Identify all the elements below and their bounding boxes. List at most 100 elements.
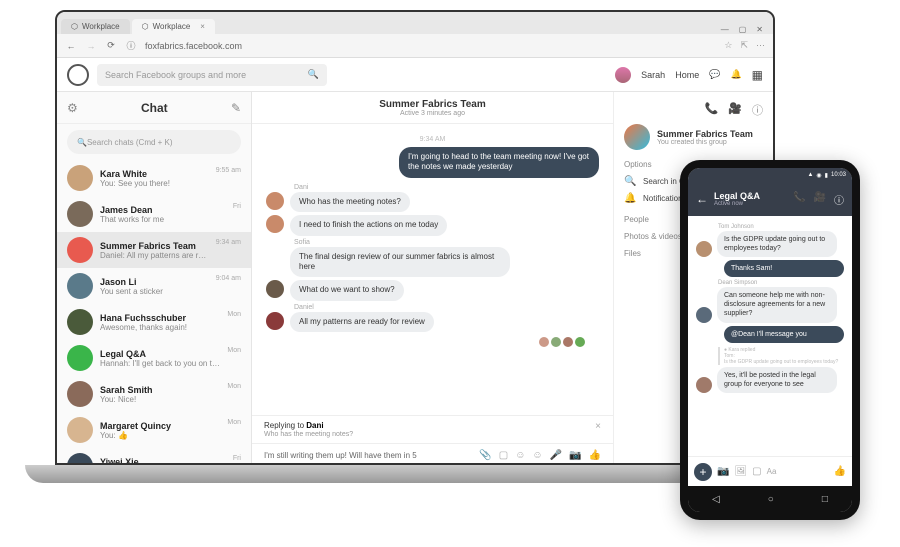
compose-input[interactable]: Aa <box>767 467 829 476</box>
info-icon[interactable]: ⓘ <box>834 192 844 207</box>
chat-item[interactable]: Margaret Quincy You: 👍 Mon <box>57 412 251 448</box>
like-icon[interactable]: 👍 <box>589 450 601 461</box>
nav-back-icon[interactable]: ◁ <box>712 494 720 505</box>
reload-icon[interactable]: ⟳ <box>105 40 117 52</box>
call-icon[interactable]: 📞 <box>793 192 805 207</box>
call-icon[interactable]: 📞 <box>705 102 719 118</box>
avatar <box>67 453 93 465</box>
message-incoming[interactable]: Who has the meeting notes? <box>290 192 410 212</box>
home-link[interactable]: Home <box>675 70 699 80</box>
message-row: Yes, it'll be posted in the legal group … <box>696 367 844 393</box>
conversation-header: Summer Fabrics Team Active 3 minutes ago <box>252 92 613 124</box>
address-bar: ← → ⟳ ⓘ foxfabrics.facebook.com ☆ ⇱ ⋯ <box>57 34 773 58</box>
gallery-icon[interactable]: 🖼 <box>734 466 747 477</box>
chat-time: 9:04 am <box>216 275 241 282</box>
battery-icon: ▮ <box>825 172 828 179</box>
message-outgoing[interactable]: @Dean I'll message you <box>724 326 844 343</box>
menu-icon[interactable]: ⋯ <box>756 40 765 51</box>
chat-item[interactable]: Summer Fabrics Team Daniel: All my patte… <box>57 232 251 268</box>
chat-name: Jason Li <box>100 277 209 287</box>
notifications-icon[interactable]: 🔔 <box>730 69 741 80</box>
close-icon[interactable]: × <box>200 22 205 31</box>
compose-bar: I'm still writing them up! Will have the… <box>252 443 613 465</box>
gif-icon[interactable]: ▢ <box>752 466 761 477</box>
apps-icon[interactable]: ▦ <box>752 68 763 82</box>
close-icon[interactable]: ✕ <box>756 25 763 34</box>
minimize-icon[interactable]: — <box>721 25 729 34</box>
chat-preview: You: Nice! <box>100 395 220 404</box>
message-incoming[interactable]: The final design review of our summer fa… <box>290 247 510 278</box>
message-incoming[interactable]: I need to finish the actions on me today <box>290 215 447 235</box>
avatar <box>67 345 93 371</box>
chat-name: Sarah Smith <box>100 385 220 395</box>
video-icon[interactable]: 🎥 <box>728 102 742 118</box>
attach-icon[interactable]: 📎 <box>479 450 491 461</box>
maximize-icon[interactable]: ▢ <box>739 25 747 34</box>
message-incoming[interactable]: All my patterns are ready for review <box>290 312 434 332</box>
back-icon[interactable]: ← <box>65 40 77 52</box>
user-name[interactable]: Sarah <box>641 70 665 80</box>
chat-item[interactable]: Kara White You: See you there! 9:55 am <box>57 160 251 196</box>
voice-icon[interactable]: 🎤 <box>550 450 562 461</box>
chat-subtitle: Active now <box>714 201 787 207</box>
avatar <box>67 201 93 227</box>
wifi-icon: ◉ <box>816 172 821 179</box>
chat-item[interactable]: Sarah Smith You: Nice! Mon <box>57 376 251 412</box>
nav-recent-icon[interactable]: □ <box>822 494 828 505</box>
browser-tabs: ⬡ Workplace ⬡ Workplace× — ▢ ✕ <box>57 12 773 34</box>
url-field[interactable]: foxfabrics.facebook.com <box>145 41 716 51</box>
chat-item[interactable]: Hana Fuchsschuber Awesome, thanks again!… <box>57 304 251 340</box>
browser-tab-active[interactable]: ⬡ Workplace× <box>132 19 215 34</box>
reply-context: ● Kara repliedTom:Is the GDPR update goi… <box>718 347 844 365</box>
back-icon[interactable]: ← <box>696 192 708 206</box>
conversation-pane: Summer Fabrics Team Active 3 minutes ago… <box>252 92 613 465</box>
avatar <box>266 215 284 233</box>
global-search[interactable]: Search Facebook groups and more 🔍 <box>97 64 327 86</box>
chat-item[interactable]: James Dean That works for me Fri <box>57 196 251 232</box>
sticker-icon[interactable]: ☺ <box>515 450 525 461</box>
avatar[interactable] <box>615 67 631 83</box>
window-controls: — ▢ ✕ <box>715 25 769 34</box>
video-icon[interactable]: 🎥 <box>814 192 826 207</box>
chat-item[interactable]: Yiwei Xie You: Thanks so much! Fri <box>57 448 251 465</box>
message-outgoing[interactable]: I'm going to head to the team meeting no… <box>399 147 599 178</box>
chat-search[interactable]: 🔍 Search chats (Cmd + K) <box>67 130 241 154</box>
message-outgoing[interactable]: Thanks Sam! <box>724 260 844 277</box>
camera-icon[interactable]: 📷 <box>569 450 581 461</box>
time-divider: 9:34 AM <box>266 136 599 143</box>
message-incoming[interactable]: Is the GDPR update going out to employee… <box>717 231 837 257</box>
forward-icon[interactable]: → <box>85 40 97 52</box>
laptop-frame: ⬡ Workplace ⬡ Workplace× — ▢ ✕ ← → ⟳ ⓘ f… <box>55 10 775 510</box>
android-nav: ◁ ○ □ <box>688 486 852 512</box>
compose-icon[interactable]: ✎ <box>231 101 241 115</box>
message-incoming[interactable]: What do we want to show? <box>290 280 404 300</box>
chat-time: 9:55 am <box>216 167 241 174</box>
message-incoming[interactable]: Yes, it'll be posted in the legal group … <box>717 367 837 393</box>
reply-context: × Replying to Dani Who has the meeting n… <box>252 415 613 443</box>
chat-item[interactable]: Legal Q&A Hannah: I'll get back to you o… <box>57 340 251 376</box>
gif-icon[interactable]: ▢ <box>499 450 508 461</box>
chat-preview: Hannah: I'll get back to you on that dir… <box>100 359 220 368</box>
chat-title[interactable]: Legal Q&A <box>714 191 787 201</box>
avatar <box>67 381 93 407</box>
add-icon[interactable]: + <box>694 463 712 481</box>
browser-tab[interactable]: ⬡ Workplace <box>61 19 130 34</box>
message-row: I need to finish the actions on me today <box>266 215 599 235</box>
open-icon[interactable]: ⇱ <box>740 40 748 51</box>
message-sender: Dean Simpson <box>718 280 844 286</box>
workplace-logo[interactable] <box>67 64 89 86</box>
avatar <box>67 273 93 299</box>
compose-input[interactable]: I'm still writing them up! Will have the… <box>264 451 473 460</box>
gear-icon[interactable]: ⚙ <box>67 101 78 115</box>
message-incoming[interactable]: Can someone help me with non-disclosure … <box>717 287 837 322</box>
close-icon[interactable]: × <box>595 421 601 432</box>
emoji-icon[interactable]: ☺ <box>532 450 542 461</box>
star-icon[interactable]: ☆ <box>724 40 732 51</box>
nav-home-icon[interactable]: ○ <box>768 494 774 505</box>
messages-icon[interactable]: 💬 <box>709 69 720 80</box>
chat-item[interactable]: Jason Li You sent a sticker 9:04 am <box>57 268 251 304</box>
info-icon[interactable]: ⓘ <box>752 102 763 118</box>
like-icon[interactable]: 👍 <box>834 466 846 477</box>
phone-statusbar: ▲ ◉ ▮ 10:03 <box>688 168 852 182</box>
camera-icon[interactable]: 📷 <box>717 466 729 477</box>
